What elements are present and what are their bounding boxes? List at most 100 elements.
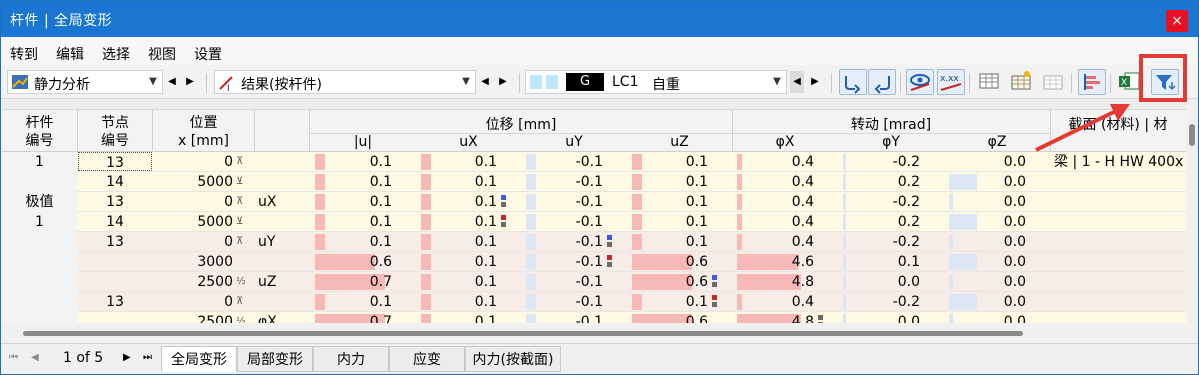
chevron-down-icon: ▼ <box>462 76 470 87</box>
sync-view-button[interactable] <box>868 69 896 95</box>
filter-button[interactable] <box>1151 69 1179 95</box>
table-row[interactable]: 13 0 ⊼ uY 0.1 0.1 -0.1 0.1 0.4 -0.2 0.0 <box>2 232 1186 252</box>
sync-selection-button[interactable] <box>839 69 867 95</box>
tab-internal-forces[interactable]: 内力 <box>313 346 389 372</box>
cell-px: 4.6 <box>791 254 814 270</box>
extreme-marker-icon <box>607 255 612 260</box>
toolbar: 静力分析 ▼ ◀ ▶ I 结果(按杆件) ▼ ◀ ▶ G LC1 自重 ▼ ◀ … <box>1 65 1198 99</box>
col-divider <box>1050 110 1051 152</box>
menu-goto[interactable]: 转到 <box>10 44 38 64</box>
cell-px: 0.4 <box>791 174 814 190</box>
header-strip <box>2 100 1186 110</box>
chevron-down-icon: ▼ <box>149 76 157 87</box>
prev-load-case-button[interactable]: ◀ <box>790 71 804 93</box>
cell-section <box>1054 272 1186 292</box>
tab-local-deformation[interactable]: 局部变形 <box>237 346 313 372</box>
values-icon: x.xx <box>940 74 962 91</box>
cell-uy: -0.1 <box>575 294 603 310</box>
bar-chart-icon <box>1084 74 1100 90</box>
extreme-marker-icon <box>712 282 717 287</box>
cell-u: 0.1 <box>369 154 392 170</box>
extreme-marker-icon <box>712 295 717 300</box>
table-columns-icon <box>1043 75 1063 90</box>
col-divider <box>77 110 78 152</box>
extreme-marker-icon <box>501 215 506 220</box>
cell-member: 极值 <box>2 192 77 212</box>
cell-location: 2500 <box>197 314 233 323</box>
cell-member: 1 <box>2 152 77 172</box>
analysis-type-select[interactable]: 静力分析 ▼ <box>7 70 163 94</box>
table-row[interactable]: 13 0 ⊼ 0.1 0.1 -0.1 0.1 0.4 -0.2 0.0 <box>2 292 1186 312</box>
cell-u: 0.1 <box>369 194 392 210</box>
results-type-select[interactable]: I 结果(按杆件) ▼ <box>214 70 476 94</box>
cell-ux: 0.1 <box>474 154 497 170</box>
table-row[interactable]: 14 5000 ⊻ 0.1 0.1 -0.1 0.1 0.4 0.2 0.0 <box>2 172 1186 192</box>
table-row[interactable]: 2500 ½ φX 0.7 0.1 -0.1 0.6 4.8 0.0 0.0 <box>2 312 1186 323</box>
header-node-no-line2: 编号 <box>101 133 129 149</box>
cell-uy: -0.1 <box>575 214 603 230</box>
first-page-icon[interactable]: ⏮ <box>9 352 18 363</box>
next-load-case-button[interactable]: ▶ <box>808 71 822 93</box>
cell-uy: -0.1 <box>575 234 603 250</box>
tab-internal-forces-by-section[interactable]: 内力(按截面) <box>465 346 561 372</box>
table-row[interactable]: 1 14 5000 ⊻ 0.1 0.1 -0.1 0.1 0.4 0.2 0.0 <box>2 212 1186 232</box>
prev-page-icon[interactable]: ◀ <box>31 352 39 363</box>
last-page-icon[interactable]: ⏭ <box>143 352 152 363</box>
horizontal-scroll-thumb[interactable] <box>23 331 1023 336</box>
table-view-button[interactable] <box>976 69 1004 95</box>
table-row[interactable]: 2500 ½ uZ 0.7 0.1 -0.1 0.6 4.8 0.0 0.0 <box>2 272 1186 292</box>
cell-px: 0.4 <box>791 234 814 250</box>
menu-settings[interactable]: 设置 <box>194 44 222 64</box>
cell-py: -0.2 <box>892 234 920 250</box>
cell-section <box>1054 312 1186 323</box>
cell-pz: 0.0 <box>1003 234 1026 250</box>
show-values-button[interactable]: x.xx <box>937 69 965 95</box>
table-row[interactable]: 极值 13 0 ⊼ uX 0.1 0.1 -0.1 0.1 0.4 -0.2 0.0 <box>2 192 1186 212</box>
vertical-scrollbar[interactable] <box>1186 100 1198 324</box>
table-columns-button[interactable] <box>1040 69 1068 95</box>
prev-analysis-button[interactable]: ◀ <box>165 71 179 93</box>
table-row[interactable]: 1 13 0 ⊼ 0.1 0.1 -0.1 0.1 0.4 -0.2 0.0 梁 | 1 - H HW… <box>2 152 1186 172</box>
svg-text:x.xx: x.xx <box>940 74 960 84</box>
cell-member <box>2 312 77 323</box>
menu-view[interactable]: 视图 <box>148 44 176 64</box>
cell-py: 0.2 <box>897 174 920 190</box>
cell-section <box>1054 252 1186 272</box>
bar-chart-button[interactable] <box>1078 69 1106 95</box>
cell-ux: 0.1 <box>474 254 497 270</box>
cell-extreme-type <box>258 292 308 312</box>
extreme-marker-icon <box>607 235 612 240</box>
cell-u: 0.6 <box>369 254 392 270</box>
header-col-u: |u| <box>353 134 373 150</box>
cell-section <box>1054 232 1186 252</box>
menu-edit[interactable]: 编辑 <box>56 44 84 64</box>
tab-strains[interactable]: 应变 <box>389 346 465 372</box>
menu-select[interactable]: 选择 <box>102 44 130 64</box>
table-row[interactable]: 3000 0.6 0.1 -0.1 0.6 4.6 0.1 0.0 <box>2 252 1186 272</box>
export-excel-button[interactable]: X <box>1116 69 1144 95</box>
cell-pz: 0.0 <box>1003 294 1026 310</box>
cell-uz: 0.1 <box>685 154 708 170</box>
header-col-ux: uX <box>459 134 478 150</box>
table-filter-button[interactable] <box>1008 69 1036 95</box>
table-star-icon <box>1011 71 1031 90</box>
next-page-icon[interactable]: ▶ <box>123 352 131 363</box>
cell-py: 0.0 <box>897 274 920 290</box>
close-button[interactable]: × <box>1166 10 1188 32</box>
horizontal-scrollbar[interactable] <box>1 324 1198 342</box>
cell-node: 14 <box>106 174 124 190</box>
chevron-down-icon: ▼ <box>773 76 781 87</box>
next-analysis-button[interactable]: ▶ <box>183 71 197 93</box>
load-case-select[interactable]: G LC1 自重 ▼ <box>525 70 787 94</box>
prev-results-button[interactable]: ◀ <box>478 71 492 93</box>
vertical-scroll-thumb[interactable] <box>1189 124 1195 146</box>
header-rotation-group: 转动 [mrad] <box>850 117 932 133</box>
tab-global-deformation[interactable]: 全局变形 <box>161 346 237 372</box>
separator <box>969 73 970 93</box>
next-results-button[interactable]: ▶ <box>496 71 510 93</box>
extreme-marker-icon <box>818 322 823 323</box>
show-result-button[interactable] <box>906 69 934 95</box>
cell-u: 0.7 <box>369 274 392 290</box>
header-col-phix: φX <box>775 134 795 150</box>
separator <box>1110 73 1111 93</box>
